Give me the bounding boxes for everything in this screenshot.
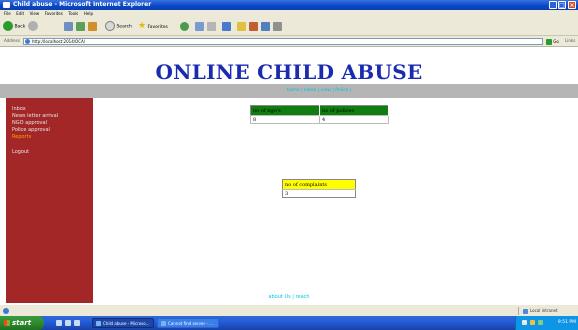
favorites-label: Favorites: [147, 25, 168, 30]
window-title-bar: Child abuse - Microsoft Internet Explore…: [0, 0, 578, 10]
quicklaunch-media-icon[interactable]: [74, 320, 80, 326]
home-icon[interactable]: [88, 22, 97, 31]
sidebar-item-inbox[interactable]: Inbox: [12, 106, 26, 112]
menu-edit[interactable]: Edit: [16, 10, 24, 18]
search-icon: [105, 21, 115, 31]
menu-view[interactable]: View: [30, 10, 40, 18]
print-icon[interactable]: [207, 22, 216, 31]
forward-button[interactable]: [28, 21, 38, 32]
taskbar-item-child-abuse[interactable]: Child abuse - Microso...: [92, 318, 154, 328]
address-label: Address: [4, 38, 20, 43]
go-arrow-icon: [546, 39, 552, 45]
intranet-icon: [523, 308, 528, 314]
ie-window-icon: [96, 321, 101, 326]
top-nav-links[interactable]: home | Inbox | view | Police |: [287, 84, 352, 98]
sidebar: Inbox News letter arrival NGO approval P…: [6, 98, 93, 303]
sidebar-item-police-approval[interactable]: Police approval: [12, 127, 50, 133]
menu-help[interactable]: Help: [84, 10, 93, 18]
complaints-count-table: no of complaints 3: [282, 179, 356, 198]
address-bar: Address http://localhost:2014/OCA/ Go Li…: [0, 36, 578, 47]
maximize-button[interactable]: □: [558, 1, 566, 9]
ngo-count-value: 8: [250, 115, 320, 124]
ngo-count-header: no of ngo's: [250, 105, 320, 116]
clock: 9:51 PM: [557, 320, 576, 325]
site-title: ONLINE CHILD ABUSE: [155, 60, 423, 84]
page-icon: [25, 39, 30, 44]
taskbar-item-cannot-find-server[interactable]: Cannot find server - ...: [157, 318, 219, 328]
toolbar: Back Search ★ Favorites: [0, 18, 578, 36]
table-row: 8 4: [250, 115, 389, 124]
table-row: 3: [282, 189, 356, 198]
refresh-icon[interactable]: [76, 22, 85, 31]
window-title: Child abuse - Microsoft Internet Explore…: [13, 1, 152, 8]
page-status-icon: [3, 308, 9, 314]
menu-favorites[interactable]: Favorites: [45, 10, 63, 18]
ie-window-icon: [161, 321, 166, 326]
edit-icon[interactable]: [222, 22, 231, 31]
links-button[interactable]: Links: [565, 38, 575, 43]
start-label: start: [12, 319, 32, 327]
go-label: Go: [553, 39, 559, 44]
system-tray: 9:51 PM: [515, 316, 578, 330]
quicklaunch-ie-icon[interactable]: [56, 320, 62, 326]
tray-shield-icon[interactable]: [530, 320, 535, 325]
back-button[interactable]: Back: [3, 21, 25, 32]
start-button[interactable]: start: [0, 316, 44, 330]
tray-network-icon[interactable]: [522, 320, 527, 325]
zone-label: Local intranet: [530, 308, 558, 313]
police-count-header: no of polices: [319, 105, 389, 116]
sidebar-item-ngo-approval[interactable]: NGO approval: [12, 120, 47, 126]
forward-arrow-icon: [28, 21, 38, 31]
back-label: Back: [14, 24, 26, 30]
minimize-button[interactable]: _: [549, 1, 557, 9]
table-header-row: no of complaints: [282, 179, 356, 190]
stop-icon[interactable]: [64, 22, 73, 31]
search-button[interactable]: Search: [105, 21, 132, 32]
tray-volume-icon[interactable]: [538, 320, 543, 325]
menu-bar: File Edit View Favorites Tools Help: [0, 10, 578, 18]
task-label: Child abuse - Microso...: [103, 321, 150, 326]
page-content: ONLINE CHILD ABUSE home | Inbox | view |…: [0, 47, 578, 304]
task-label: Cannot find server - ...: [168, 321, 213, 326]
taskbar: start Child abuse - Microso... Cannot fi…: [0, 316, 578, 330]
menu-file[interactable]: File: [4, 10, 11, 18]
address-input[interactable]: http://localhost:2014/OCA/: [23, 38, 543, 45]
security-zone: Local intranet: [518, 307, 558, 315]
search-label: Search: [116, 24, 132, 30]
menu-tools[interactable]: Tools: [68, 10, 78, 18]
go-button[interactable]: Go: [546, 38, 562, 45]
folder-icon[interactable]: [237, 22, 246, 31]
research-icon[interactable]: [261, 22, 270, 31]
history-icon[interactable]: [180, 22, 189, 31]
sidebar-item-logout[interactable]: Logout: [12, 149, 29, 155]
close-button[interactable]: ×: [568, 1, 576, 9]
table-header-row: no of ngo's no of polices: [250, 105, 389, 116]
ngo-police-count-table: no of ngo's no of polices 8 4: [250, 105, 389, 124]
favorites-star-icon: ★: [138, 21, 147, 31]
ie-icon: [3, 2, 10, 8]
footer-links[interactable]: about Us | reach: [0, 294, 578, 300]
tools-icon[interactable]: [273, 22, 282, 31]
police-count-value: 4: [319, 115, 389, 124]
quicklaunch-desktop-icon[interactable]: [65, 320, 71, 326]
complaints-count-value: 3: [282, 189, 356, 198]
mail-icon[interactable]: [195, 22, 204, 31]
favorites-button[interactable]: ★ Favorites: [138, 21, 168, 32]
sidebar-item-reports[interactable]: Reports: [12, 134, 31, 140]
back-arrow-icon: [3, 21, 13, 31]
status-bar: Local intranet: [0, 304, 578, 316]
messenger-icon[interactable]: [249, 22, 258, 31]
sidebar-item-news-letter[interactable]: News letter arrival: [12, 113, 58, 119]
windows-logo-icon: [4, 320, 10, 326]
complaints-count-header: no of complaints: [282, 179, 356, 190]
top-nav-bar: home | Inbox | view | Police |: [0, 84, 578, 98]
address-url: http://localhost:2014/OCA/: [32, 39, 86, 44]
